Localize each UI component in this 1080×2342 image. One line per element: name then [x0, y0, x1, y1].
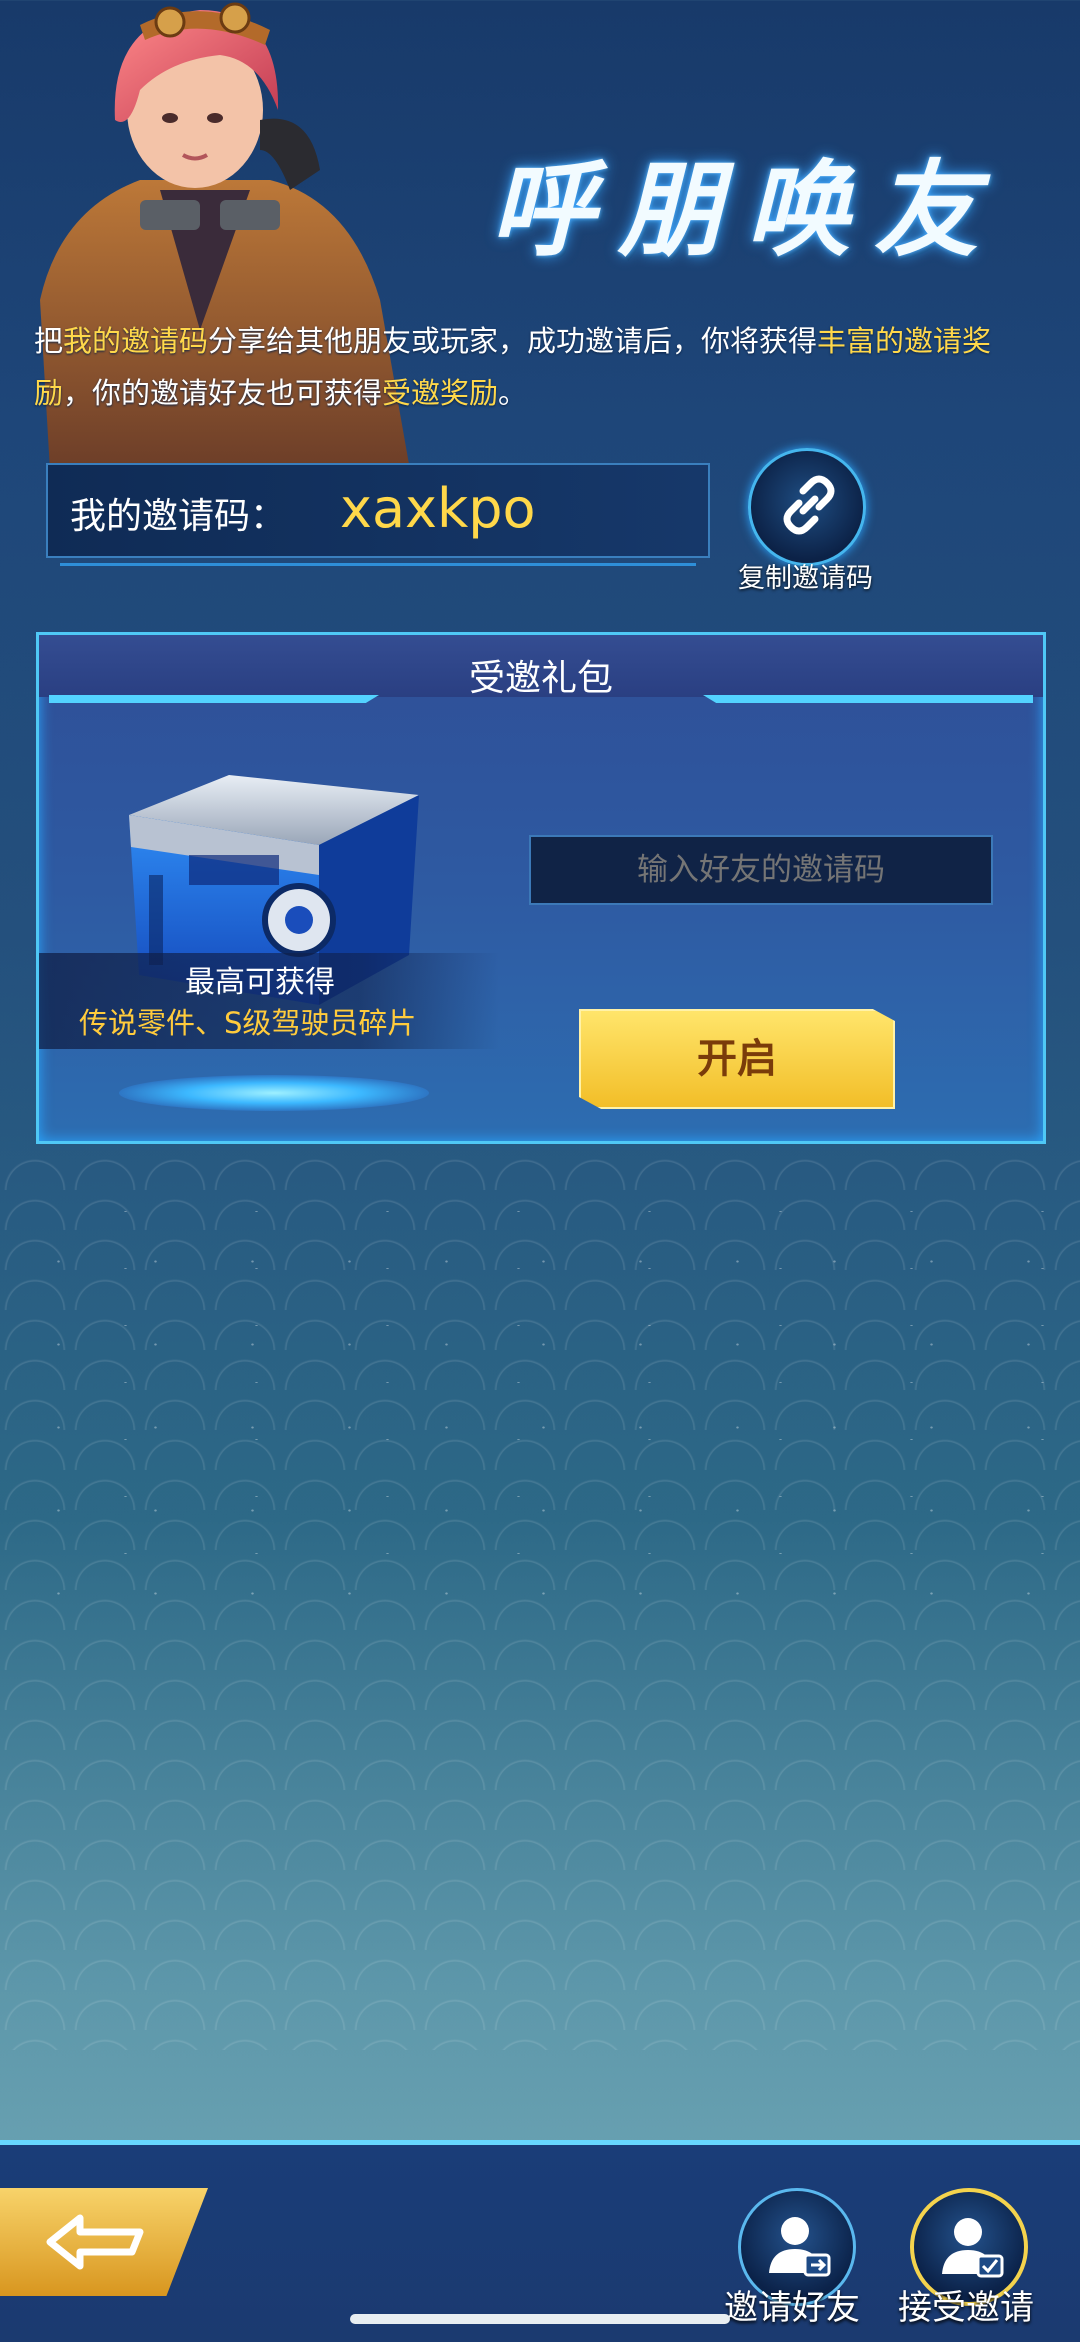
invite-user-icon: [769, 2217, 831, 2277]
accept-user-icon: [942, 2218, 1004, 2278]
link-icon: [783, 475, 835, 535]
panel-header: 受邀礼包: [39, 635, 1043, 699]
friend-invite-code-input[interactable]: [529, 835, 993, 905]
chest-pedestal: [119, 1075, 429, 1111]
reward-items: 传说零件、S级驾驶员碎片: [79, 1006, 417, 1040]
invite-friends-label[interactable]: 邀请好友: [724, 2280, 860, 2329]
my-invite-code-label: 我的邀请码：: [70, 496, 287, 537]
reward-title: 最高可获得: [185, 965, 335, 1000]
header-deco-right: [703, 695, 1033, 703]
back-icon: [46, 2214, 144, 2270]
invite-description: 把我的邀请码分享给其他朋友或玩家，成功邀请后，你将获得丰富的邀请奖励，你的邀请好…: [34, 324, 992, 410]
invite-gift-panel: 受邀礼包 最高可获得 传说零件、S级驾驶员碎片 开启: [36, 632, 1046, 1144]
home-indicator[interactable]: [350, 2314, 730, 2324]
page-title: 呼朋唤友: [490, 148, 1003, 271]
background-stars: [0, 1200, 1080, 1600]
header-deco-left: [49, 695, 379, 703]
my-invite-code-value: xaxkpo: [340, 477, 536, 540]
copy-code-label[interactable]: 复制邀请码: [738, 556, 873, 595]
copy-code-button[interactable]: [748, 448, 866, 566]
my-invite-code-box: 我的邀请码： xaxkpo: [46, 463, 710, 566]
open-gift-button[interactable]: 开启: [579, 1009, 895, 1109]
panel-title: 受邀礼包: [468, 658, 613, 699]
accept-invite-label[interactable]: 接受邀请: [898, 2280, 1034, 2329]
